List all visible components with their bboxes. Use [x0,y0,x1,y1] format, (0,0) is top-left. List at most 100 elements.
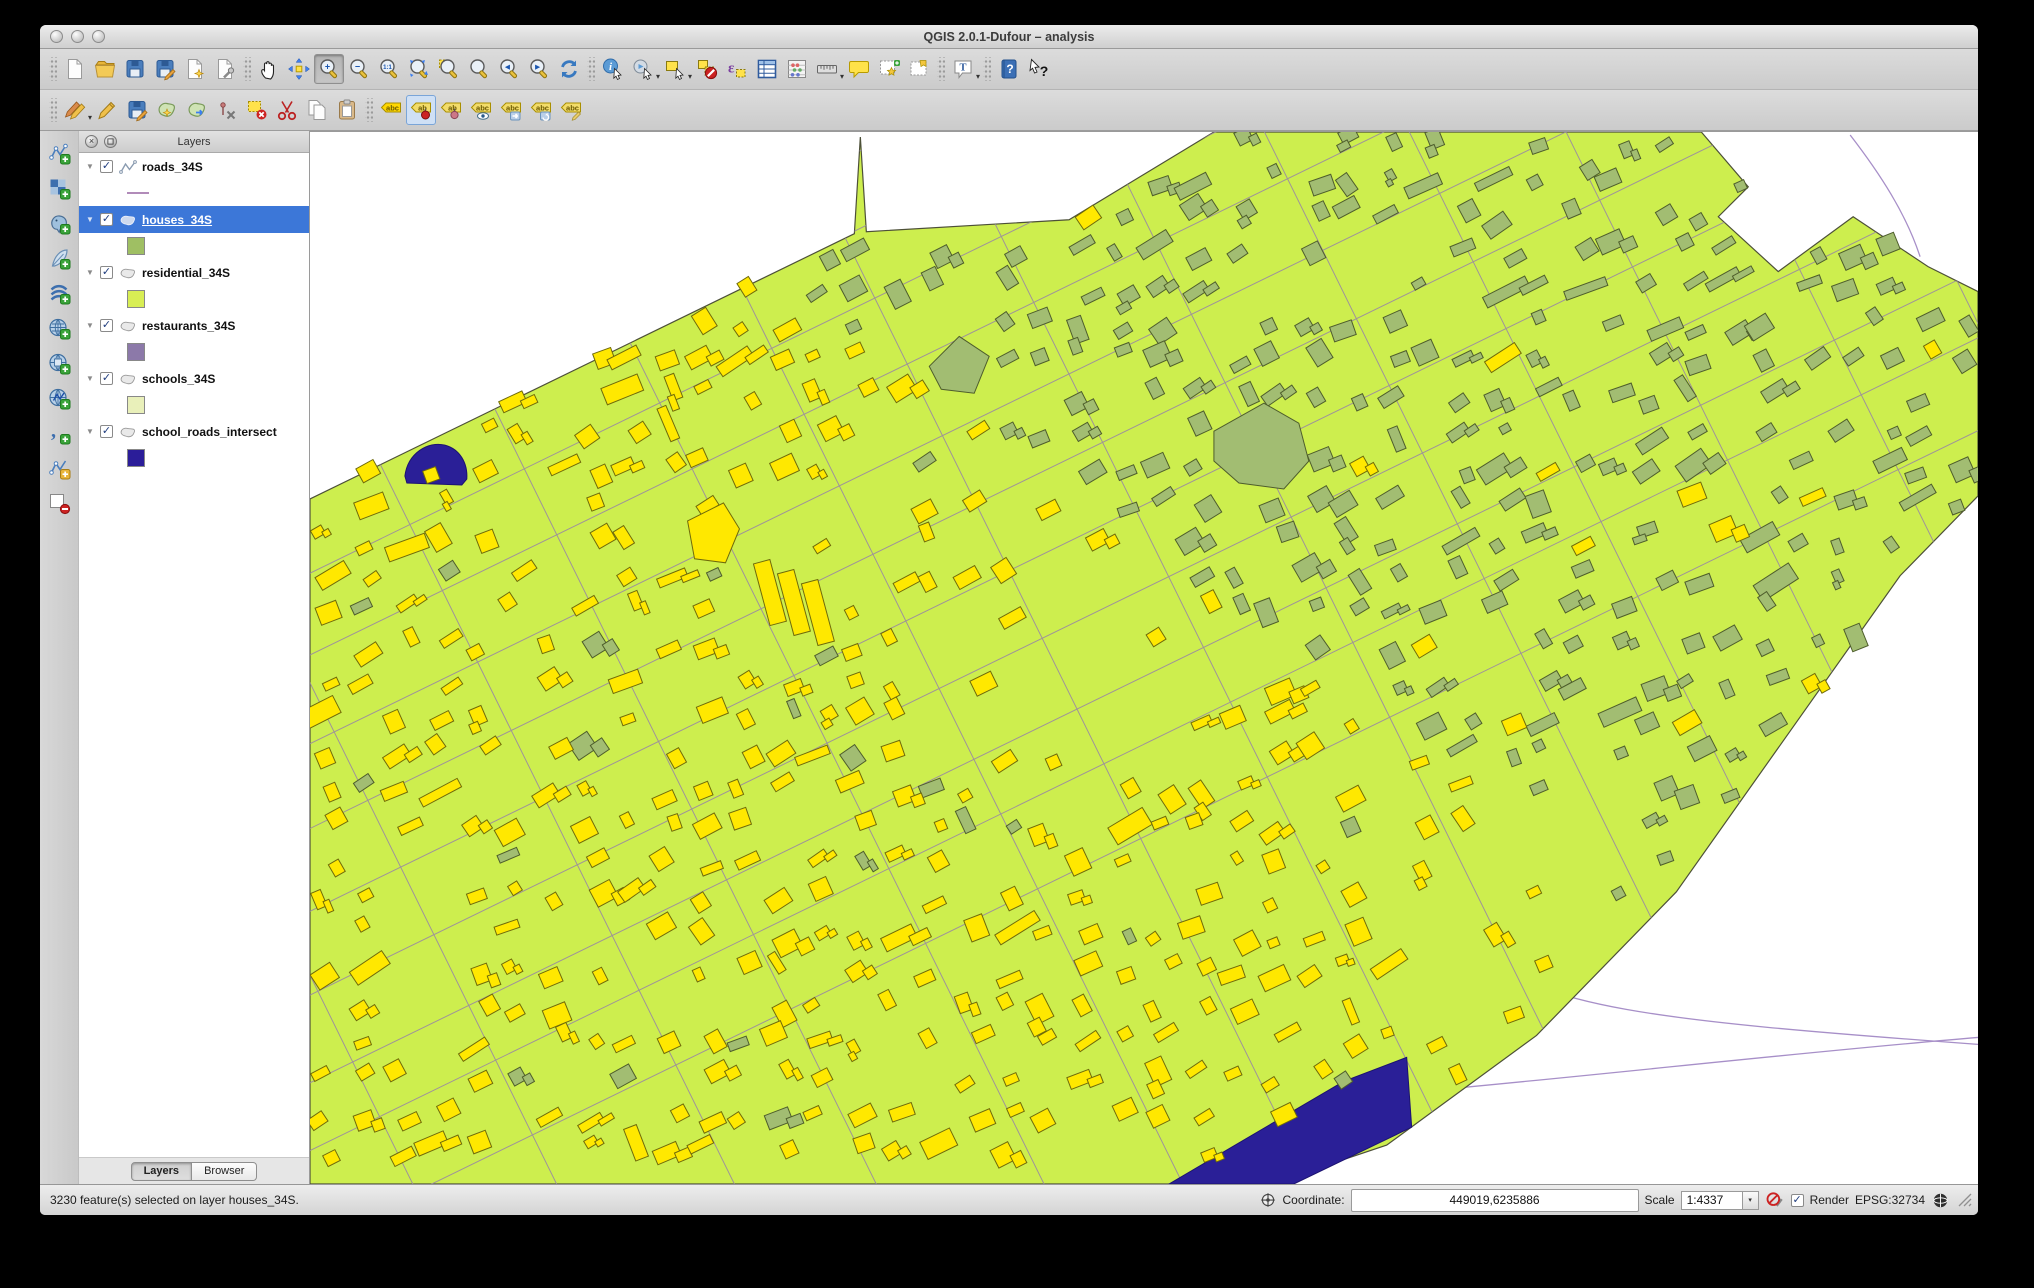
field-calculator-button[interactable] [782,54,812,84]
paste-features-button[interactable] [332,95,362,125]
add-feature-button[interactable] [152,95,182,125]
render-checkbox[interactable]: ✓ [1790,1193,1804,1207]
layer-expander-icon[interactable]: ▼ [86,427,98,436]
panel-tab-layers[interactable]: Layers [130,1161,193,1181]
layer-checkbox[interactable]: ✓ [100,160,113,173]
panel-tab-browser[interactable]: Browser [192,1161,258,1181]
add-mssql-layer-button[interactable] [45,279,73,307]
layer-expander-icon[interactable]: ▼ [86,374,98,383]
pan-map-button[interactable] [254,54,284,84]
move-label-button[interactable]: abc [496,95,526,125]
delete-selected-button[interactable] [242,95,272,125]
coordinate-capture-icon[interactable] [1259,1191,1277,1209]
remove-layer-button[interactable] [45,489,73,517]
close-window-button[interactable] [50,30,63,43]
run-feature-action-button[interactable] [628,54,658,84]
layer-expander-icon[interactable]: ▼ [86,215,98,224]
coordinate-input[interactable] [1350,1188,1639,1212]
add-wfs-layer-button[interactable] [45,384,73,412]
pin-label-button[interactable]: ab [436,95,466,125]
add-wcs-layer-button[interactable] [45,349,73,377]
map-canvas[interactable] [310,131,1978,1184]
new-print-composer-button[interactable] [180,54,210,84]
status-right-cluster: Coordinate: Scale 1:4337 ▾ ✓ Render EPSG… [1259,1188,1973,1212]
pin-label-active-button[interactable]: ab [406,95,437,125]
open-attribute-table-button[interactable] [752,54,782,84]
add-wms-layer-button[interactable] [45,314,73,342]
add-vector-layer-button[interactable] [45,139,73,167]
map-tips-button[interactable] [844,54,874,84]
deselect-features-icon [698,60,718,80]
current-edits-button[interactable] [60,95,90,125]
copy-features-icon [308,100,326,120]
select-features-button[interactable] [660,54,690,84]
zoom-native-button[interactable]: 1:1 [374,54,404,84]
resize-grip[interactable] [1958,1193,1972,1207]
layer-expander-icon[interactable]: ▼ [86,162,98,171]
refresh-map-button[interactable] [554,54,584,84]
manage-layers-toolbar: , [40,131,79,1184]
layer-checkbox[interactable]: ✓ [100,266,113,279]
save-project-button[interactable] [120,54,150,84]
layer-checkbox[interactable]: ✓ [100,372,113,385]
layer-item-restaurants_34S[interactable]: ▼ ✓ restaurants_34S [79,312,309,339]
labeling-button[interactable]: abc [376,95,406,125]
show-hide-labels-button[interactable]: abc [466,95,496,125]
add-delimited-text-layer-button[interactable]: , [45,419,73,447]
zoom-out-button[interactable]: − [344,54,374,84]
move-feature-button[interactable] [182,95,212,125]
remove-layer-icon [50,494,71,515]
new-bookmark-button[interactable] [874,54,904,84]
identify-features-button[interactable]: i [598,54,628,84]
add-postgis-layer-button[interactable] [45,209,73,237]
select-by-expression-button[interactable]: ε [722,54,752,84]
layer-item-houses_34S[interactable]: ▼ ✓ houses_34S [79,206,309,233]
new-shapefile-layer-button[interactable] [45,454,73,482]
composer-manager-button[interactable] [210,54,240,84]
layer-item-residential_34S[interactable]: ▼ ✓ residential_34S [79,259,309,286]
labeling-icon: abc [380,102,402,113]
cut-features-button[interactable] [272,95,302,125]
zoom-last-button[interactable]: ◂ [494,54,524,84]
open-project-button[interactable] [90,54,120,84]
toggle-editing-button[interactable] [92,95,122,125]
zoom-full-button[interactable] [404,54,434,84]
layer-expander-icon[interactable]: ▼ [86,268,98,277]
node-tool-button[interactable] [212,95,242,125]
text-annotation-button[interactable]: T [948,54,978,84]
new-project-button[interactable] [60,54,90,84]
zoom-to-selection-button[interactable] [434,54,464,84]
scale-value[interactable]: 1:4337 [1680,1190,1743,1210]
layer-item-school_roads_intersect[interactable]: ▼ ✓ school_roads_intersect [79,418,309,445]
measure-button[interactable] [812,54,842,84]
rotate-label-button[interactable]: abc [526,95,556,125]
scale-dropdown-icon[interactable]: ▾ [1742,1190,1759,1210]
show-bookmarks-button[interactable] [904,54,934,84]
zoom-next-button[interactable]: ▸ [524,54,554,84]
crs-globe-icon[interactable] [1931,1191,1950,1210]
help-contents-button[interactable]: ? [994,54,1024,84]
layer-item-schools_34S[interactable]: ▼ ✓ schools_34S [79,365,309,392]
copy-features-button[interactable] [302,95,332,125]
zoom-in-button[interactable]: + [314,54,344,84]
layer-expander-icon[interactable]: ▼ [86,321,98,330]
add-delimited-text-layer-icon: , [51,421,71,445]
save-layer-edits-button[interactable] [122,95,152,125]
whats-this-button[interactable]: ? [1024,54,1054,84]
zoom-window-button[interactable] [92,30,105,43]
add-raster-layer-button[interactable] [45,174,73,202]
zoom-to-layer-button[interactable] [464,54,494,84]
titlebar[interactable]: QGIS 2.0.1-Dufour – analysis [40,25,1978,49]
layer-checkbox[interactable]: ✓ [100,319,113,332]
add-spatialite-layer-button[interactable] [45,244,73,272]
stop-render-icon[interactable] [1765,1190,1785,1210]
deselect-features-button[interactable] [692,54,722,84]
pan-to-selection-button[interactable] [284,54,314,84]
layer-checkbox[interactable]: ✓ [100,213,113,226]
layer-item-roads_34S[interactable]: ▼ ✓ roads_34S [79,153,309,180]
layer-checkbox[interactable]: ✓ [100,425,113,438]
minimize-window-button[interactable] [71,30,84,43]
save-project-as-button[interactable] [150,54,180,84]
change-label-properties-button[interactable]: abc [556,95,586,125]
scale-combobox[interactable]: 1:4337 ▾ [1680,1190,1759,1210]
